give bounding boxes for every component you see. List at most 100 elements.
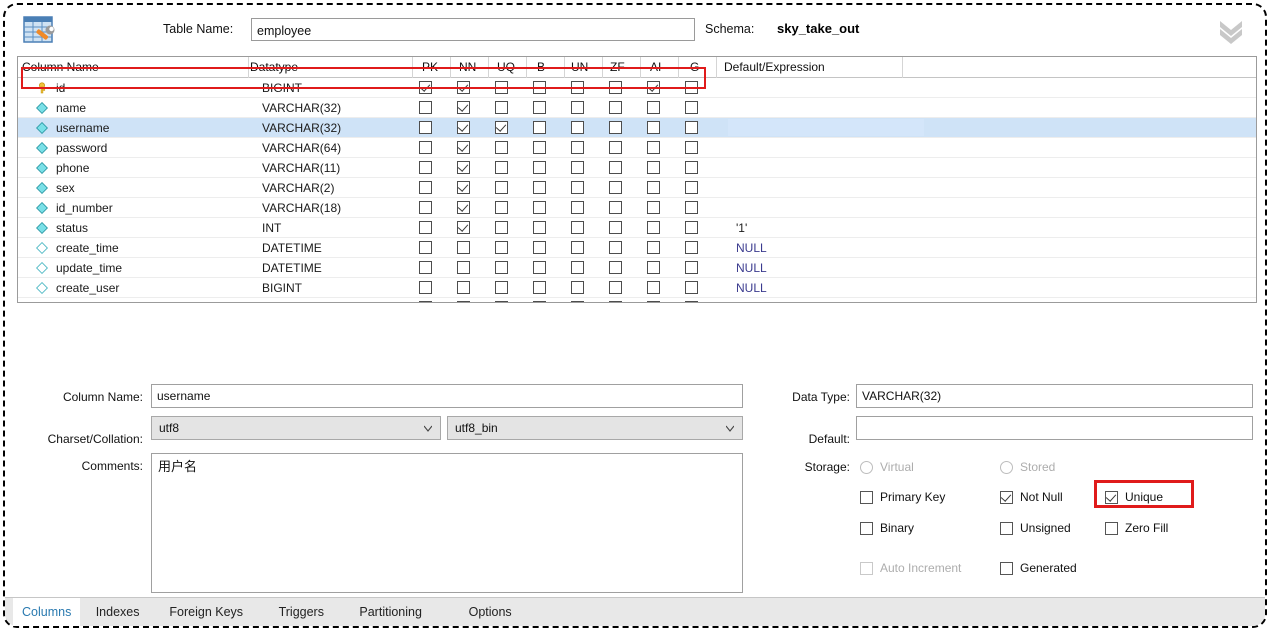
grid-header-b[interactable]: B xyxy=(537,60,545,74)
flag-uq-checkbox[interactable] xyxy=(495,301,508,303)
flag-pk-checkbox[interactable] xyxy=(419,241,432,254)
flag-ai-checkbox[interactable] xyxy=(647,181,660,194)
grid-column-divider[interactable] xyxy=(248,57,249,78)
grid-header-column-name[interactable]: Column Name xyxy=(22,60,99,74)
column-datatype-cell[interactable]: BIGINT xyxy=(262,281,302,295)
column-name-cell[interactable]: id_number xyxy=(56,201,113,215)
flag-uq-checkbox[interactable] xyxy=(495,281,508,294)
flag-uq-checkbox[interactable] xyxy=(495,101,508,114)
default-expression-cell[interactable]: NULL xyxy=(736,281,767,295)
column-name-cell[interactable]: username xyxy=(56,121,109,135)
column-name-cell[interactable]: create_user xyxy=(56,281,119,295)
double-chevron-down-icon[interactable] xyxy=(1215,17,1247,45)
flag-nn-checkbox[interactable] xyxy=(457,81,470,94)
flag-b-checkbox[interactable] xyxy=(533,181,546,194)
table-row[interactable]: nameVARCHAR(32) xyxy=(18,98,1256,118)
grid-header-datatype[interactable]: Datatype xyxy=(250,60,298,74)
column-name-cell[interactable]: update_time xyxy=(56,261,122,275)
table-row[interactable]: create_timeDATETIMENULL xyxy=(18,238,1256,258)
charset-select[interactable]: utf8 xyxy=(151,416,441,440)
default-expression-cell-active[interactable] xyxy=(728,119,924,136)
grid-column-divider[interactable] xyxy=(716,57,717,78)
flag-nn-checkbox[interactable] xyxy=(457,201,470,214)
column-datatype-cell[interactable]: VARCHAR(64) xyxy=(262,141,341,155)
flag-nn-checkbox[interactable] xyxy=(457,141,470,154)
flag-ai-checkbox[interactable] xyxy=(647,241,660,254)
grid-column-divider[interactable] xyxy=(412,57,413,78)
flag-ai-checkbox[interactable] xyxy=(647,281,660,294)
column-name-cell[interactable]: update_user xyxy=(56,301,123,303)
flag-g-checkbox[interactable] xyxy=(685,81,698,94)
flag-zf-checkbox[interactable] xyxy=(609,221,622,234)
flag-b-checkbox[interactable] xyxy=(533,121,546,134)
flag-nn-checkbox[interactable] xyxy=(457,261,470,274)
flag-b-checkbox[interactable] xyxy=(533,281,546,294)
column-name-cell[interactable]: id xyxy=(56,81,65,95)
flag-b-checkbox[interactable] xyxy=(533,241,546,254)
data-type-input[interactable]: VARCHAR(32) xyxy=(856,384,1253,408)
flag-b-checkbox[interactable] xyxy=(533,201,546,214)
column-name-cell[interactable]: status xyxy=(56,221,88,235)
flag-nn-checkbox[interactable] xyxy=(457,241,470,254)
flag-b-checkbox[interactable] xyxy=(533,301,546,303)
grid-column-divider[interactable] xyxy=(526,57,527,78)
flag-uq-checkbox[interactable] xyxy=(495,221,508,234)
flag-g-checkbox[interactable] xyxy=(685,161,698,174)
flag-g-checkbox[interactable] xyxy=(685,201,698,214)
collation-select[interactable]: utf8_bin xyxy=(447,416,743,440)
column-name-input[interactable]: username xyxy=(151,384,743,408)
flag-un-checkbox[interactable] xyxy=(571,301,584,303)
table-row[interactable]: status INT '1' xyxy=(18,218,1256,238)
default-expression-cell[interactable]: NULL xyxy=(736,301,767,303)
flag-pk-checkbox[interactable] xyxy=(419,101,432,114)
flag-g-checkbox[interactable] xyxy=(685,301,698,303)
flag-b-checkbox[interactable] xyxy=(533,161,546,174)
flag-g-checkbox[interactable] xyxy=(685,101,698,114)
flag-zf-checkbox[interactable] xyxy=(609,301,622,303)
column-name-cell[interactable]: phone xyxy=(56,161,89,175)
flag-ai-checkbox[interactable] xyxy=(647,201,660,214)
flag-un-checkbox[interactable] xyxy=(571,121,584,134)
flag-zf-checkbox[interactable] xyxy=(609,141,622,154)
flag-nn-checkbox[interactable] xyxy=(457,301,470,303)
flag-zf-checkbox[interactable] xyxy=(609,161,622,174)
flag-pk-checkbox[interactable] xyxy=(419,141,432,154)
flag-un-checkbox[interactable] xyxy=(571,281,584,294)
flag-uq-checkbox[interactable] xyxy=(495,121,508,134)
tab-indexes[interactable]: Indexes xyxy=(87,598,149,626)
flag-pk-checkbox[interactable] xyxy=(419,281,432,294)
flag-b-checkbox[interactable] xyxy=(533,141,546,154)
flag-nn-checkbox[interactable] xyxy=(457,101,470,114)
table-row[interactable]: usernameVARCHAR(32) xyxy=(18,118,1256,138)
grid-column-divider[interactable] xyxy=(640,57,641,78)
flag-uq-checkbox[interactable] xyxy=(495,261,508,274)
flag-ai-checkbox[interactable] xyxy=(647,301,660,303)
grid-column-divider[interactable] xyxy=(450,57,451,78)
column-datatype-cell[interactable]: VARCHAR(11) xyxy=(262,161,340,175)
flag-un-checkbox[interactable] xyxy=(571,261,584,274)
flag-ai-checkbox[interactable] xyxy=(647,81,660,94)
flag-g-checkbox[interactable] xyxy=(685,241,698,254)
flag-un-checkbox[interactable] xyxy=(571,141,584,154)
table-row[interactable]: update_userBIGINTNULL xyxy=(18,298,1256,303)
column-datatype-cell[interactable]: DATETIME xyxy=(262,261,322,275)
flag-ai-checkbox[interactable] xyxy=(647,141,660,154)
grid-column-divider[interactable] xyxy=(602,57,603,78)
columns-grid[interactable]: Column NameDatatypePKNNUQBUNZFAIGDefault… xyxy=(17,56,1257,303)
columns-grid-body[interactable]: idBIGINTnameVARCHAR(32)usernameVARCHAR(3… xyxy=(18,78,1256,303)
column-datatype-cell[interactable]: INT xyxy=(262,221,281,235)
default-expression-cell[interactable]: NULL xyxy=(736,261,767,275)
grid-header-pk[interactable]: PK xyxy=(422,60,438,74)
flag-zf-checkbox[interactable] xyxy=(609,201,622,214)
grid-column-divider[interactable] xyxy=(564,57,565,78)
grid-header-ai[interactable]: AI xyxy=(650,60,661,74)
flag-un-checkbox[interactable] xyxy=(571,181,584,194)
grid-header-zf[interactable]: ZF xyxy=(610,60,625,74)
column-datatype-cell[interactable]: VARCHAR(32) xyxy=(262,101,341,115)
default-expression-cell[interactable]: NULL xyxy=(736,241,767,255)
grid-header-g[interactable]: G xyxy=(690,60,699,74)
flag-uq-checkbox[interactable] xyxy=(495,201,508,214)
flag-ai-checkbox[interactable] xyxy=(647,261,660,274)
column-datatype-cell[interactable]: DATETIME xyxy=(262,241,322,255)
default-expression-cell[interactable]: '1' xyxy=(736,221,747,235)
